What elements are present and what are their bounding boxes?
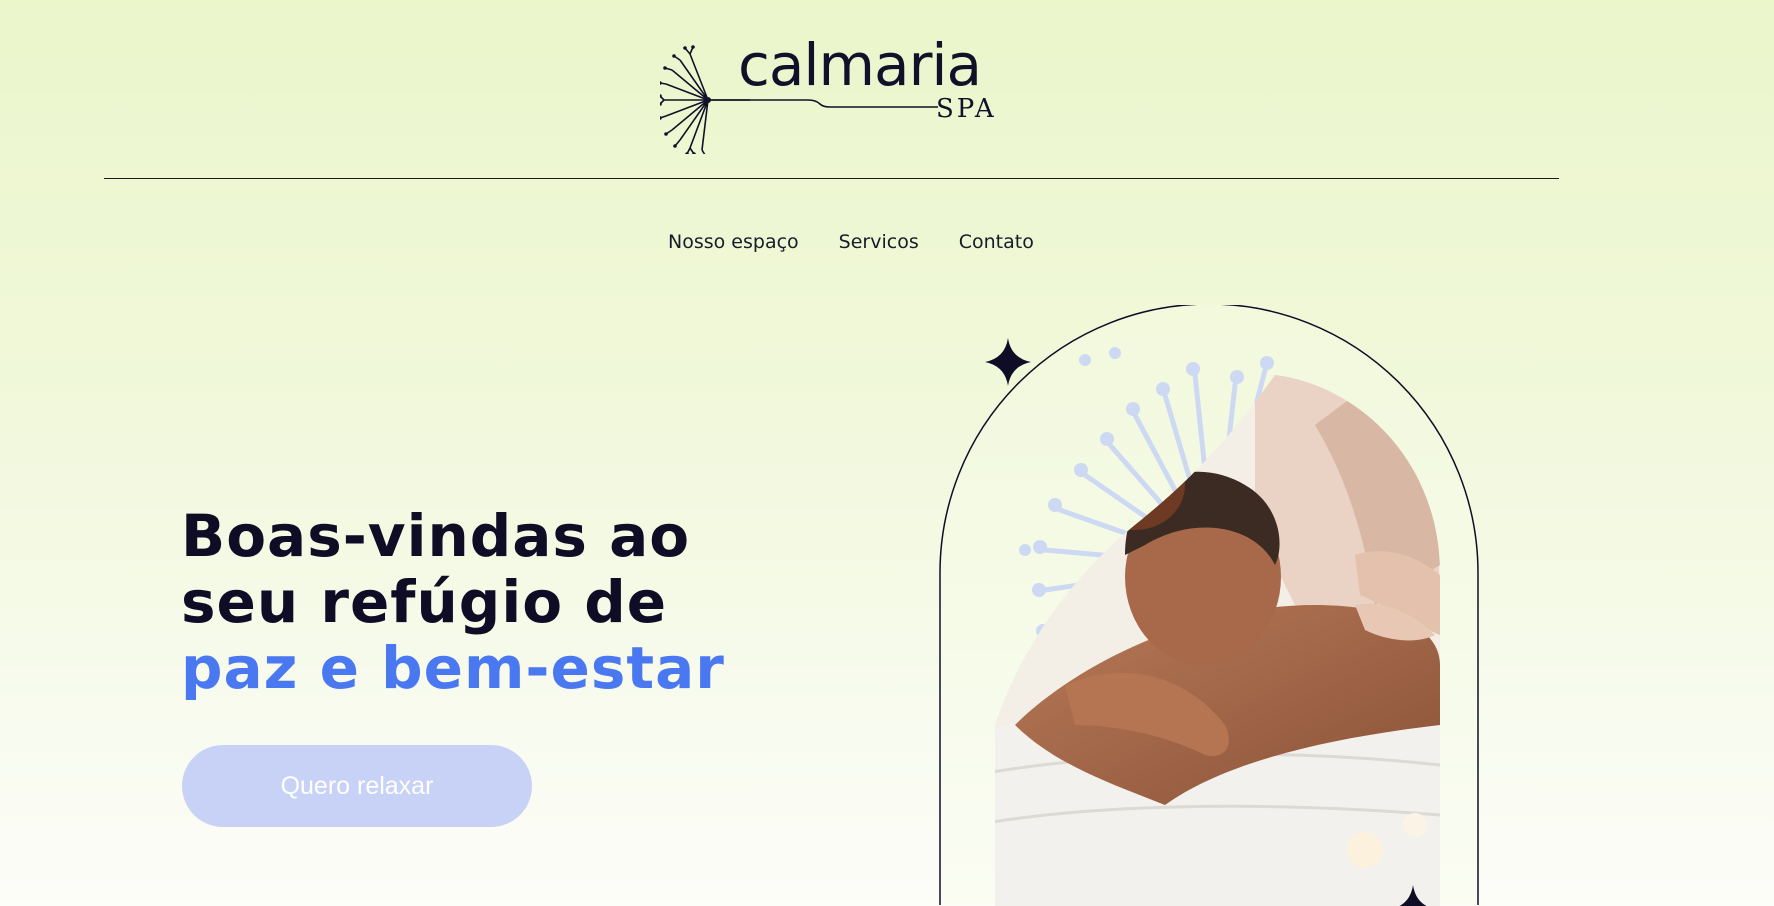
nav-item-contato[interactable]: Contato — [959, 231, 1034, 253]
hero-line-3: paz e bem-estar — [181, 634, 725, 702]
hero-line-2: seu refúgio de — [181, 568, 668, 636]
quero-relaxar-button[interactable]: Quero relaxar — [182, 745, 532, 827]
hero-image — [939, 305, 1479, 906]
header-divider — [104, 178, 1559, 179]
brand-logo[interactable]: calmaria SPA — [660, 31, 1005, 154]
hero-headline: Boas-vindas ao seu refúgio de paz e bem-… — [181, 503, 725, 701]
nav-item-servicos[interactable]: Servicos — [839, 231, 919, 253]
hero-line-1: Boas-vindas ao — [181, 502, 691, 570]
brand-name: calmaria — [738, 31, 982, 99]
main-nav: Nosso espaço Servicos Contato — [668, 231, 1034, 253]
nav-item-nosso-espaco[interactable]: Nosso espaço — [668, 231, 799, 253]
brand-subtitle: SPA — [936, 94, 997, 124]
